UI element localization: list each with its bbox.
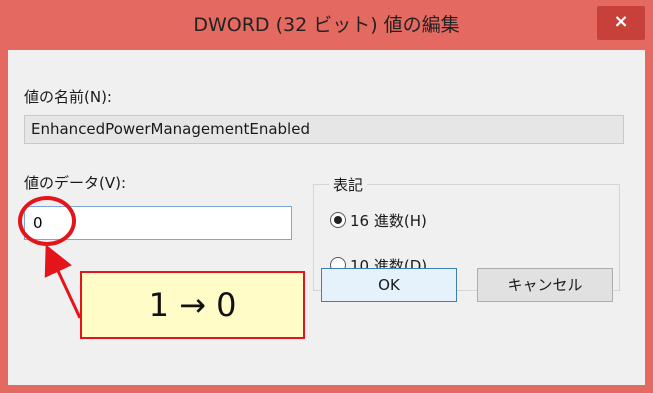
dialog-window: DWORD (32 ビット) 値の編集 × 値の名前(N): EnhancedP… — [0, 0, 653, 393]
annotation-callout: 1 → 0 — [80, 271, 305, 339]
